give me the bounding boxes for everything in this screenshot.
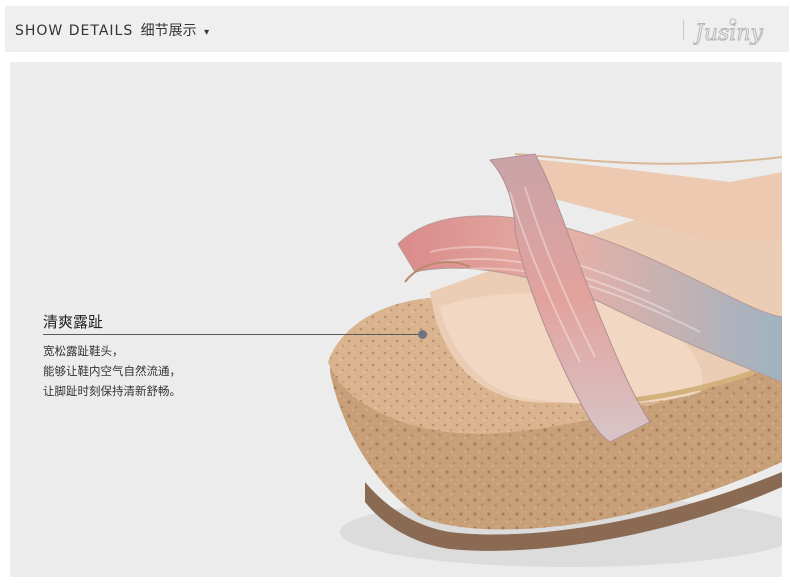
callout-title: 清爽露趾 — [43, 313, 104, 331]
brand-logo: Jusiny — [691, 16, 773, 50]
section-title: SHOW DETAILS 细节展示 ▾ — [15, 20, 209, 40]
section-title-zh: 细节展示 — [140, 23, 197, 39]
callout-description: 宽松露趾鞋头， 能够让鞋内空气自然流通， 让脚趾时刻保持清新舒畅。 — [43, 341, 181, 401]
callout-line-1: 宽松露趾鞋头， — [43, 344, 124, 358]
svg-text:Jusiny: Jusiny — [693, 21, 763, 46]
dropdown-arrow-icon: ▾ — [204, 27, 210, 38]
callout-line-2: 能够让鞋内空气自然流通， — [43, 364, 181, 378]
section-title-en: SHOW DETAILS — [15, 23, 134, 39]
callout-line-3: 让脚趾时刻保持清新舒畅。 — [43, 384, 181, 398]
product-photo — [10, 62, 782, 577]
details-header: SHOW DETAILS 细节展示 ▾ Jusiny — [5, 6, 789, 52]
callout-line — [43, 334, 423, 335]
brand-divider — [683, 20, 684, 40]
sandal-illustration — [328, 153, 782, 567]
callout-marker-dot — [418, 330, 427, 339]
